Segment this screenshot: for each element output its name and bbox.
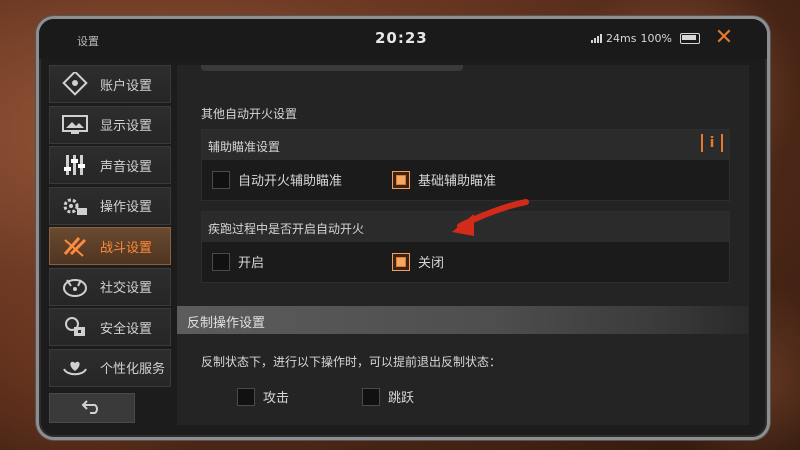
sidebar: 账户设置 显示设置 声音设置 操作设置 战斗设置 社交设置 安全设置 个性化服务 <box>49 65 171 389</box>
controls-icon <box>58 193 92 219</box>
settings-window: 设置 20:23 24ms 100% ✕ 账户设置 显示设置 声音设置 操作设置… <box>36 16 770 440</box>
top-bar: 设置 20:23 24ms 100% ✕ <box>39 19 767 59</box>
clock: 20:23 <box>375 29 428 47</box>
combat-icon <box>58 233 92 259</box>
checkbox[interactable] <box>237 387 255 406</box>
option-basic-aim[interactable]: 基础辅助瞄准 <box>392 170 496 189</box>
close-icon: ✕ <box>714 25 734 50</box>
status-area: 24ms 100% <box>591 32 700 45</box>
sidebar-item-label: 操作设置 <box>100 200 153 215</box>
sidebar-item-label: 个性化服务 <box>100 362 166 377</box>
sidebar-item-label: 账户设置 <box>100 78 153 94</box>
counter-description: 反制状态下，进行以下操作时，可以提前退出反制状态： <box>201 355 502 369</box>
sidebar-item-personalization[interactable]: 个性化服务 <box>49 348 171 387</box>
checkbox-checked[interactable] <box>392 170 410 189</box>
back-button[interactable] <box>49 393 135 423</box>
battery-icon <box>679 33 700 44</box>
option-disable[interactable]: 关闭 <box>392 252 444 271</box>
network-latency: 24ms <box>606 32 637 45</box>
option-label: 攻击 <box>263 391 290 406</box>
checkbox[interactable] <box>212 252 230 271</box>
sidebar-item-label: 显示设置 <box>100 119 153 134</box>
sidebar-item-label: 声音设置 <box>100 159 153 175</box>
section-label: 反制操作设置 <box>187 316 266 331</box>
option-attack[interactable]: 攻击 <box>237 387 289 406</box>
security-icon <box>58 314 92 340</box>
sidebar-item-social[interactable]: 社交设置 <box>49 267 171 306</box>
checkbox-checked[interactable] <box>392 252 410 271</box>
panel-header: 辅助瞄准设置 i <box>202 130 729 160</box>
signal-icon <box>591 34 602 43</box>
option-label: 关闭 <box>418 256 445 271</box>
option-label: 基础辅助瞄准 <box>418 174 497 189</box>
sound-icon <box>58 152 92 178</box>
sidebar-item-display[interactable]: 显示设置 <box>49 105 171 144</box>
sidebar-item-label: 社交设置 <box>100 281 153 296</box>
aim-assist-panel: 辅助瞄准设置 i 自动开火辅助瞄准 基础辅助瞄准 <box>201 129 730 201</box>
annotation-arrow-icon <box>452 199 529 236</box>
sidebar-item-sound[interactable]: 声音设置 <box>49 146 171 184</box>
option-label: 自动开火辅助瞄准 <box>238 174 343 189</box>
sidebar-item-label: 战斗设置 <box>100 240 153 256</box>
account-icon <box>58 71 92 97</box>
scroll-remnant <box>201 65 463 71</box>
sidebar-item-controls[interactable]: 操作设置 <box>49 186 171 225</box>
panel-label: 疾跑过程中是否开启自动开火 <box>208 222 365 236</box>
section-title: 其他自动开火设置 <box>201 107 298 121</box>
info-icon[interactable]: i <box>701 134 723 152</box>
counter-section-header: 反制操作设置 <box>177 306 749 334</box>
option-enable[interactable]: 开启 <box>212 252 264 271</box>
battery-percent: 100% <box>640 32 672 45</box>
sidebar-item-combat[interactable]: 战斗设置 <box>49 227 171 265</box>
sidebar-item-security[interactable]: 安全设置 <box>49 308 171 346</box>
sidebar-item-label: 安全设置 <box>100 321 153 337</box>
personalization-icon <box>58 355 92 381</box>
sidebar-item-account[interactable]: 账户设置 <box>49 65 171 103</box>
back-arrow-icon <box>81 397 103 419</box>
window-title: 设置 <box>77 35 99 48</box>
checkbox[interactable] <box>212 170 230 189</box>
option-jump[interactable]: 跳跃 <box>362 387 414 406</box>
option-auto-fire-aim[interactable]: 自动开火辅助瞄准 <box>212 170 342 189</box>
option-label: 开启 <box>238 256 265 271</box>
checkbox[interactable] <box>362 387 380 406</box>
settings-content[interactable]: 其他自动开火设置 辅助瞄准设置 i 自动开火辅助瞄准 基础辅助瞄准 疾跑过程中是… <box>177 65 749 425</box>
panel-label: 辅助瞄准设置 <box>208 140 281 154</box>
display-icon <box>58 112 92 138</box>
close-button[interactable]: ✕ <box>711 25 737 51</box>
social-icon <box>58 274 92 300</box>
option-label: 跳跃 <box>388 391 415 406</box>
